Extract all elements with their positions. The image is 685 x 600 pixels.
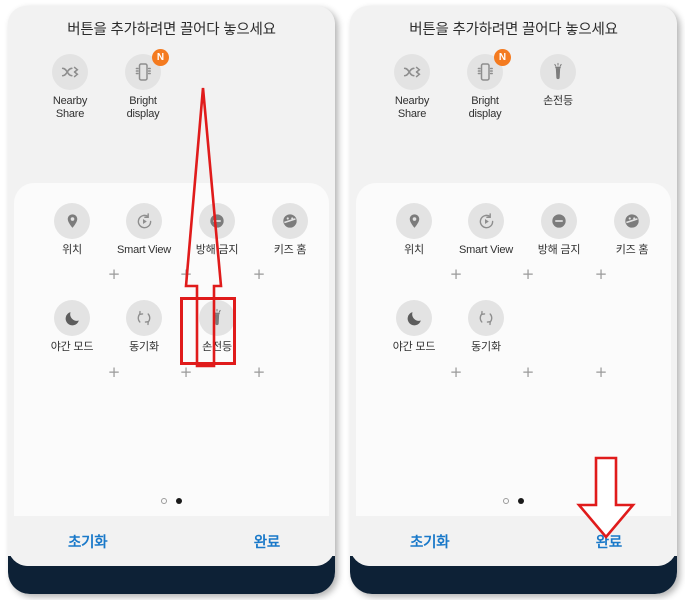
night-mode-icon <box>396 300 432 336</box>
device-screen-before: 버튼을 추가하려면 끌어다 놓으세요 Nearby Share N Bright… <box>8 6 335 566</box>
page-dot-2[interactable] <box>176 498 182 504</box>
location-pin-icon <box>54 203 90 239</box>
panel-tile-smart-view-after[interactable]: Smart View <box>450 203 522 257</box>
tile-label: 방해 금지 <box>537 244 581 256</box>
available-buttons-zone-before: Nearby Share N Bright display <box>8 46 335 183</box>
panel-tile-night-mode-after[interactable]: 야간 모드 <box>378 300 450 354</box>
panel-tile-sync-before[interactable]: 동기화 <box>108 300 180 354</box>
tile-label: 동기화 <box>129 341 159 353</box>
tile-label: 위치 <box>62 244 82 256</box>
add-placeholder[interactable]: + <box>179 365 193 380</box>
panel-tile-night-mode-before[interactable]: 야간 모드 <box>36 300 108 354</box>
done-button[interactable]: 완료 <box>254 531 280 552</box>
tile-label: Nearby Share <box>52 95 88 120</box>
bright-display-icon: N <box>125 49 169 90</box>
new-badge: N <box>152 49 169 66</box>
available-tile-bright-display-after[interactable]: N Bright display <box>449 49 521 121</box>
kids-home-icon <box>272 203 308 239</box>
tile-label: 손전등 <box>543 95 573 107</box>
panel-tile-kids-home-before[interactable]: 키즈 홈 <box>254 203 326 257</box>
add-placeholder[interactable]: + <box>107 267 121 282</box>
sync-icon <box>126 300 162 336</box>
available-tile-nearby-share-before[interactable]: Nearby Share <box>34 54 106 121</box>
panel-tile-dnd-before[interactable]: 방해 금지 <box>181 203 253 257</box>
page-title-after: 버튼을 추가하려면 끌어다 놓으세요 <box>409 22 618 38</box>
add-placeholder[interactable]: + <box>521 365 535 380</box>
kids-home-icon <box>614 203 650 239</box>
tile-label: Bright display <box>126 95 160 120</box>
quick-panel-before: 위치 Smart View 방해 금지 키즈 홈 + + + 야간 모드 동기화… <box>14 183 329 516</box>
reset-button[interactable]: 초기화 <box>68 531 108 552</box>
page-dot-2[interactable] <box>518 498 524 504</box>
smart-view-icon <box>126 203 162 239</box>
add-placeholder[interactable]: + <box>252 365 266 380</box>
page-dot-1[interactable] <box>503 498 509 504</box>
available-tile-flashlight-after[interactable]: 손전등 <box>522 54 594 108</box>
action-bar-before: 초기화 완료 <box>8 516 335 566</box>
device-screen-after: 버튼을 추가하려면 끌어다 놓으세요 Nearby Share N Bright… <box>350 6 677 566</box>
phone-panel-after: 버튼을 추가하려면 끌어다 놓으세요 Nearby Share N Bright… <box>350 6 677 594</box>
flashlight-icon <box>540 54 576 90</box>
tile-label: 키즈 홈 <box>615 244 649 256</box>
panel-tile-smart-view-before[interactable]: Smart View <box>108 203 180 257</box>
annotation-highlight-box-flashlight <box>180 297 236 365</box>
tile-label: 야간 모드 <box>392 341 436 353</box>
quick-panel-after: 위치 Smart View 방해 금지 키즈 홈 + + + 야간 모드 동기화… <box>356 183 671 516</box>
tile-label: Nearby Share <box>394 95 430 120</box>
add-placeholder[interactable]: + <box>449 267 463 282</box>
page-indicator-after[interactable] <box>356 498 671 504</box>
tile-label: Bright display <box>468 95 502 120</box>
panel-tile-dnd-after[interactable]: 방해 금지 <box>523 203 595 257</box>
nearby-share-icon <box>52 54 88 90</box>
available-tile-nearby-share-after[interactable]: Nearby Share <box>376 54 448 121</box>
add-placeholder[interactable]: + <box>521 267 535 282</box>
add-placeholder[interactable]: + <box>252 267 266 282</box>
screenshot-root: 버튼을 추가하려면 끌어다 놓으세요 Nearby Share N Bright… <box>0 0 685 600</box>
new-badge: N <box>494 49 511 66</box>
tile-label: 동기화 <box>471 341 501 353</box>
tile-label: 위치 <box>404 244 424 256</box>
do-not-disturb-icon <box>199 203 235 239</box>
add-placeholder[interactable]: + <box>594 365 608 380</box>
add-placeholder[interactable]: + <box>449 365 463 380</box>
bright-display-icon: N <box>467 49 511 90</box>
available-tile-bright-display-before[interactable]: N Bright display <box>107 49 179 121</box>
night-mode-icon <box>54 300 90 336</box>
page-indicator-before[interactable] <box>14 498 329 504</box>
smart-view-icon <box>468 203 504 239</box>
panel-tile-sync-after[interactable]: 동기화 <box>450 300 522 354</box>
add-placeholder[interactable]: + <box>107 365 121 380</box>
location-pin-icon <box>396 203 432 239</box>
page-dot-1[interactable] <box>161 498 167 504</box>
add-placeholder[interactable]: + <box>179 267 193 282</box>
tile-label: 야간 모드 <box>50 341 94 353</box>
panel-tile-location-after[interactable]: 위치 <box>378 203 450 257</box>
available-buttons-zone-after: Nearby Share N Bright display 손전등 <box>350 46 677 183</box>
reset-button[interactable]: 초기화 <box>410 531 450 552</box>
sync-icon <box>468 300 504 336</box>
action-bar-after: 초기화 완료 <box>350 516 677 566</box>
done-button[interactable]: 완료 <box>596 531 622 552</box>
page-title-before: 버튼을 추가하려면 끌어다 놓으세요 <box>67 22 276 38</box>
tile-label: 키즈 홈 <box>273 244 307 256</box>
nearby-share-icon <box>394 54 430 90</box>
tile-label: Smart View <box>458 244 514 256</box>
add-placeholder[interactable]: + <box>594 267 608 282</box>
phone-panel-before: 버튼을 추가하려면 끌어다 놓으세요 Nearby Share N Bright… <box>8 6 335 594</box>
tile-label: 방해 금지 <box>195 244 239 256</box>
panel-tile-kids-home-after[interactable]: 키즈 홈 <box>596 203 668 257</box>
tile-label: Smart View <box>116 244 172 256</box>
do-not-disturb-icon <box>541 203 577 239</box>
panel-tile-location-before[interactable]: 위치 <box>36 203 108 257</box>
